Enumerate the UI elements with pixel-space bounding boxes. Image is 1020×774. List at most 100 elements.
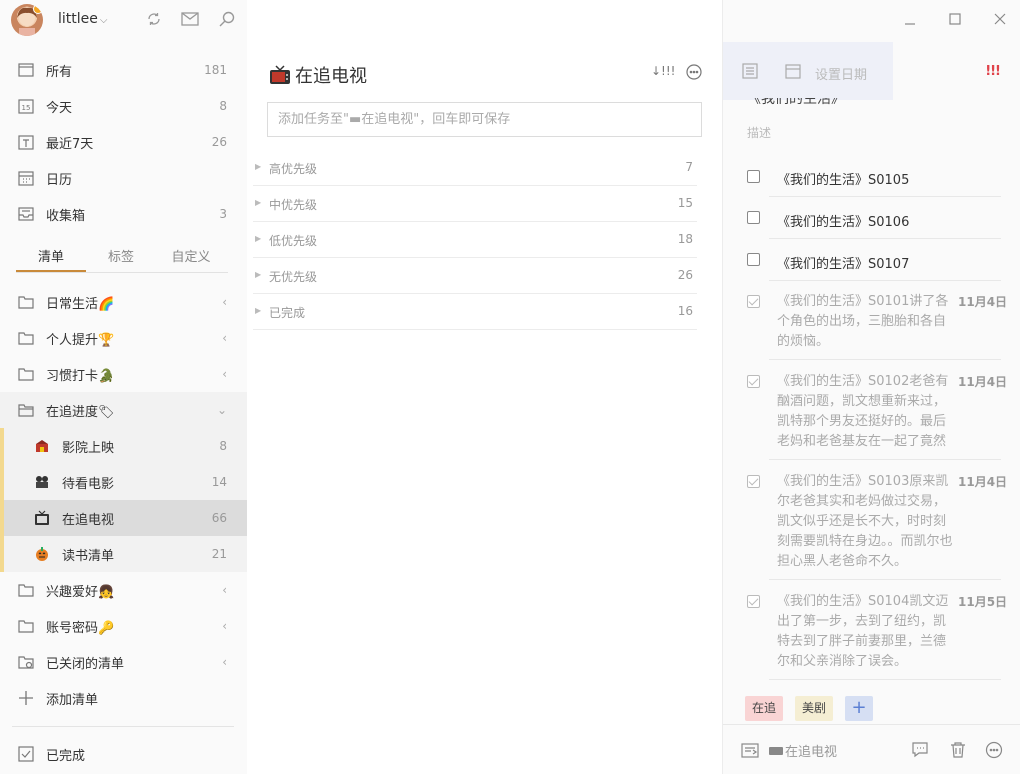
checklist-item-text[interactable]: 《我们的生活》S0103原来凯尔老爸其实和老妈做过交易，凯文似乎还是长不大，时时…	[777, 472, 957, 572]
item-divider	[769, 238, 1001, 239]
list-label: 在追电视	[62, 512, 115, 528]
description-field[interactable]: 描述	[747, 124, 771, 141]
folder-label: 兴趣爱好👧	[46, 584, 115, 600]
avatar[interactable]	[11, 4, 43, 36]
chevron-left-icon[interactable]: ‹	[222, 367, 227, 381]
username[interactable]: littlee ⌵	[58, 11, 107, 27]
task-title[interactable]: 《我们的生活》	[747, 98, 897, 106]
folder-accounts[interactable]: 账号密码🔑 ‹	[0, 608, 247, 644]
item-checkbox-checked[interactable]	[747, 475, 760, 488]
move-list-icon[interactable]	[741, 741, 759, 759]
trash-icon[interactable]	[949, 741, 967, 759]
item-divider	[769, 579, 1001, 580]
chevron-down-icon[interactable]: ⌄	[217, 403, 227, 417]
group-low-priority[interactable]: ▶ 低优先级 18	[253, 222, 697, 258]
list-title: 在追电视	[269, 62, 367, 88]
add-tag-button[interactable]: +	[845, 696, 873, 721]
checklist-item-text[interactable]: 《我们的生活》S0107	[777, 253, 909, 272]
chevron-left-icon[interactable]: ‹	[222, 331, 227, 345]
item-checkbox[interactable]	[747, 253, 760, 266]
add-list-label: 添加清单	[46, 692, 99, 708]
checklist-mode-icon[interactable]	[742, 63, 758, 83]
smart-list-collect[interactable]: 收集箱 3	[0, 196, 247, 232]
list-label: 最近7天	[46, 136, 94, 152]
folder-icon	[18, 618, 34, 634]
checklist-item-text[interactable]: 《我们的生活》S0105	[777, 169, 909, 188]
group-no-priority[interactable]: ▶ 无优先级 26	[253, 258, 697, 294]
checklist-item-text[interactable]: 《我们的生活》S0104凯文迈出了第一步，去到了纽约，凯特去到了胖子前妻那里，兰…	[777, 592, 957, 672]
item-divider	[769, 280, 1001, 281]
group-completed[interactable]: ▶ 已完成 16	[253, 294, 697, 330]
item-checkbox-checked[interactable]	[747, 375, 760, 388]
chevron-left-icon[interactable]: ‹	[222, 583, 227, 597]
list-count: 181	[204, 63, 227, 77]
smart-list-all[interactable]: 所有 181	[0, 52, 247, 88]
expand-triangle-icon: ▶	[255, 270, 262, 279]
list-count: 26	[211, 135, 227, 149]
folder-closed-lists[interactable]: 已关闭的清单 ‹	[0, 644, 247, 680]
item-checkbox[interactable]	[747, 211, 760, 224]
folder-open-icon	[18, 402, 34, 418]
calendar-icon[interactable]	[785, 63, 801, 83]
chevron-left-icon[interactable]: ‹	[222, 655, 227, 669]
tab-tags[interactable]: 标签	[86, 247, 156, 272]
folder-habits[interactable]: 习惯打卡🐊 ‹	[0, 356, 247, 392]
item-checkbox[interactable]	[747, 170, 760, 183]
tab-lists[interactable]: 清单	[16, 247, 86, 272]
checklist-item-text[interactable]: 《我们的生活》S0101讲了各个角色的出场，三胞胎和各自的烦恼。	[777, 292, 957, 352]
task-list-selector[interactable]: 在追电视	[769, 741, 837, 760]
list-reading[interactable]: 读书清单 21	[0, 536, 247, 572]
list-to-watch[interactable]: 待看电影 14	[0, 464, 247, 500]
tag-us-drama[interactable]: 美剧	[795, 696, 834, 721]
smart-list-week[interactable]: 最近7天 26	[0, 124, 247, 160]
add-task-input[interactable]: 添加任务至"▬在追电视"，回车即可保存	[267, 102, 702, 137]
search-icon[interactable]	[218, 10, 236, 28]
item-divider	[769, 459, 1001, 460]
cinema-icon	[34, 438, 50, 454]
list-label: 收集箱	[46, 208, 86, 224]
folder-daily-life[interactable]: 日常生活🌈 ‹	[0, 284, 247, 320]
completed-label: 已完成	[46, 748, 86, 764]
checklist-item-text[interactable]: 《我们的生活》S0102老爸有酗酒问题，凯文想重新来过，凯特那个男友还挺好的。最…	[777, 372, 957, 452]
add-list-button[interactable]: 添加清单	[0, 680, 247, 716]
expand-triangle-icon: ▶	[255, 198, 262, 207]
sync-icon[interactable]	[145, 10, 163, 28]
smart-list-today[interactable]: 15 今天 8	[0, 88, 247, 124]
tv-icon	[34, 510, 50, 526]
tv-icon	[769, 746, 783, 755]
list-label: 读书清单	[62, 548, 115, 564]
list-cinema[interactable]: 影院上映 8	[0, 428, 247, 464]
comment-icon[interactable]	[911, 741, 929, 759]
smart-list-calendar[interactable]: 日历	[0, 160, 247, 196]
folder-label: 日常生活🌈	[46, 296, 115, 312]
sort-by-priority-button[interactable]: ↓!!!	[651, 64, 676, 78]
more-icon[interactable]	[985, 741, 1003, 759]
checklist-item-text[interactable]: 《我们的生活》S0106	[777, 211, 909, 230]
list-count: 8	[219, 439, 227, 453]
minimize-icon[interactable]	[903, 12, 917, 26]
maximize-icon[interactable]	[948, 12, 962, 26]
list-tv[interactable]: 在追电视 66	[0, 500, 247, 536]
tag-following[interactable]: 在追	[745, 696, 784, 721]
folder-tracking[interactable]: 在追进度🏷 ⌄	[0, 392, 247, 428]
completed-list[interactable]: 已完成	[0, 736, 247, 772]
folder-icon	[18, 330, 34, 346]
tab-custom[interactable]: 自定义	[156, 247, 226, 272]
group-high-priority[interactable]: ▶ 高优先级 7	[253, 150, 697, 186]
set-date-button[interactable]: 设置日期	[815, 64, 867, 83]
svg-text:15: 15	[22, 104, 31, 112]
mail-icon[interactable]	[181, 10, 199, 28]
more-icon[interactable]	[686, 64, 702, 84]
item-checkbox-checked[interactable]	[747, 295, 760, 308]
chevron-left-icon[interactable]: ‹	[222, 295, 227, 309]
expand-triangle-icon: ▶	[255, 234, 262, 243]
item-checkbox-checked[interactable]	[747, 595, 760, 608]
chevron-left-icon[interactable]: ‹	[222, 619, 227, 633]
group-medium-priority[interactable]: ▶ 中优先级 15	[253, 186, 697, 222]
close-icon[interactable]	[993, 12, 1007, 26]
detail-toolbar: 设置日期	[723, 42, 893, 100]
folder-self-improvement[interactable]: 个人提升🏆 ‹	[0, 320, 247, 356]
folder-hobbies[interactable]: 兴趣爱好👧 ‹	[0, 572, 247, 608]
item-divider	[769, 359, 1001, 360]
priority-indicator[interactable]: !!!	[985, 64, 1001, 79]
